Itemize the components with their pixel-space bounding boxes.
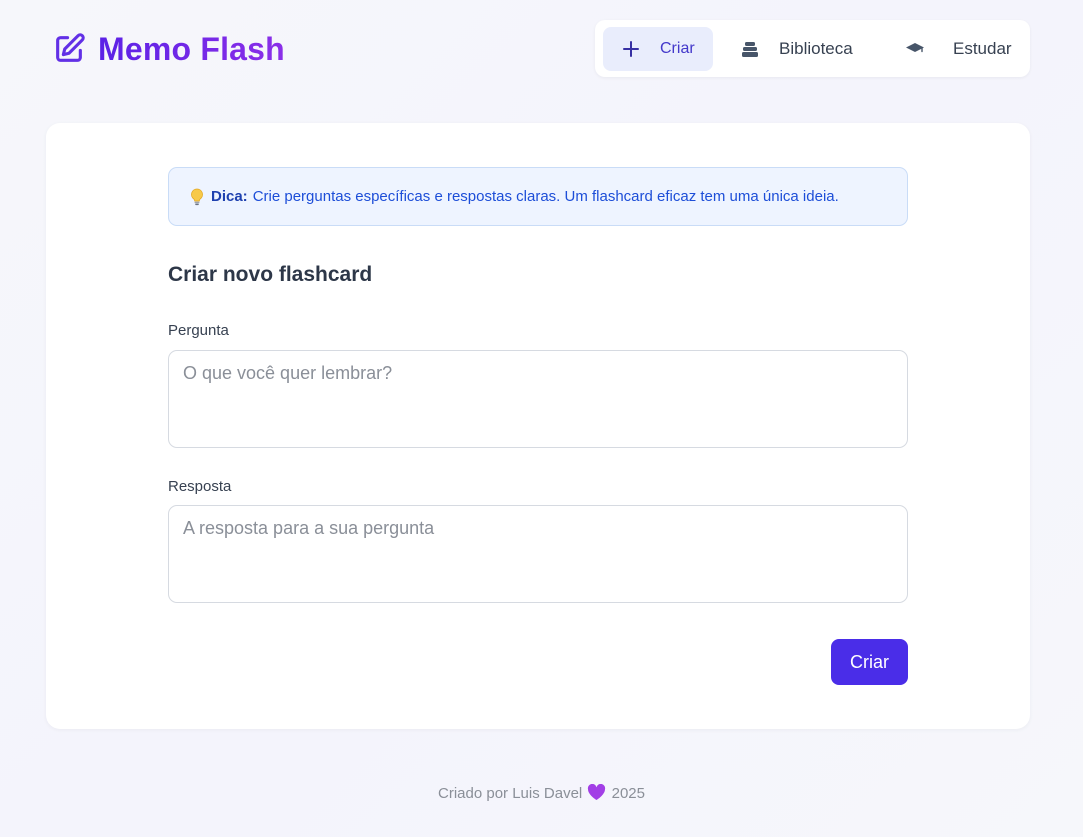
form-title: Criar novo flashcard <box>168 263 373 286</box>
footer: Criado por Luis Davel 2025 <box>0 784 1083 802</box>
nav-item-estudar[interactable]: Estudar <box>895 27 1015 71</box>
create-flashcard-card: Dica: Crie perguntas específicas e respo… <box>46 123 1030 729</box>
tip-label: Dica: <box>211 188 248 205</box>
graduation-cap-icon <box>906 43 924 53</box>
create-button[interactable]: Criar <box>831 639 908 685</box>
nav-item-biblioteca-label: Biblioteca <box>779 39 853 58</box>
footer-credit: Criado por Luis Davel <box>438 785 583 802</box>
answer-input[interactable] <box>168 505 908 603</box>
purple-heart-icon <box>588 784 606 801</box>
tip-banner: Dica: Crie perguntas específicas e respo… <box>168 167 908 226</box>
answer-label: Resposta <box>168 478 232 495</box>
edit-icon <box>56 33 85 62</box>
question-input[interactable] <box>168 350 908 448</box>
lightbulb-icon <box>191 188 203 205</box>
footer-year: 2025 <box>611 785 645 802</box>
main-nav: Criar Biblioteca Estudar <box>595 20 1030 77</box>
nav-item-criar[interactable]: Criar <box>603 27 713 71</box>
question-label: Pergunta <box>168 322 229 339</box>
nav-item-biblioteca[interactable]: Biblioteca <box>733 27 863 71</box>
plus-icon <box>623 41 639 57</box>
nav-item-criar-label: Criar <box>660 40 695 57</box>
brand[interactable]: Memo Flash <box>52 30 285 68</box>
stack-icon <box>742 42 758 57</box>
brand-name: Memo Flash <box>98 30 285 67</box>
app-header: Memo Flash Criar Biblioteca Estudar <box>0 0 1083 100</box>
nav-item-estudar-label: Estudar <box>953 39 1012 58</box>
tip-text: Crie perguntas específicas e respostas c… <box>252 188 839 205</box>
